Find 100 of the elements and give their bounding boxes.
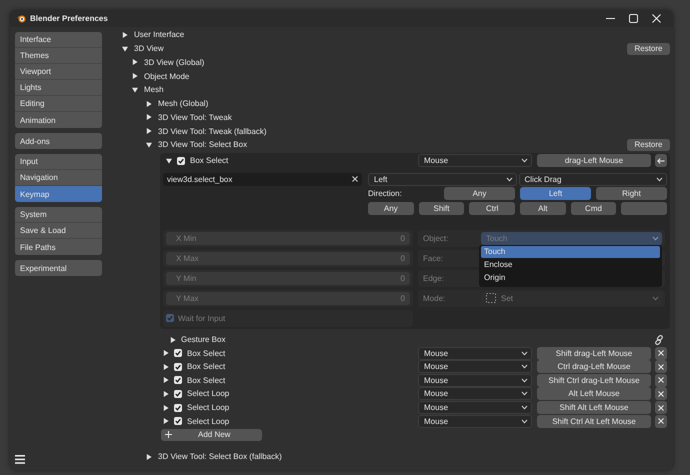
key-binding-button[interactable]: Shift Alt Left Mouse <box>537 401 651 414</box>
sidebar-item[interactable]: Editing <box>15 96 102 112</box>
triangle-right-icon[interactable] <box>146 114 152 120</box>
remove-button[interactable] <box>655 346 667 360</box>
input-type-dropdown[interactable]: Mouse <box>418 154 532 168</box>
maximize-icon[interactable] <box>629 14 638 23</box>
key-binding-button[interactable]: drag-Left Mouse <box>537 154 651 168</box>
sidebar-item[interactable]: File Paths <box>15 239 102 255</box>
triangle-right-icon[interactable] <box>146 128 152 134</box>
checkbox[interactable] <box>174 417 182 426</box>
remove-button[interactable] <box>655 414 667 428</box>
back-button[interactable] <box>655 154 667 168</box>
sidebar-item[interactable]: Experimental <box>15 260 102 276</box>
input-type-dropdown[interactable]: Mouse <box>418 360 532 374</box>
tree-item-label[interactable]: Mesh <box>144 85 670 94</box>
tree-item-label[interactable]: 3D View Tool: Tweak (fallback) <box>158 126 670 136</box>
close-icon[interactable] <box>652 14 661 23</box>
sidebar-item[interactable]: Keymap <box>15 186 102 202</box>
triangle-right-icon[interactable] <box>132 73 138 80</box>
triangle-right-icon[interactable] <box>163 404 169 411</box>
triangle-right-icon[interactable] <box>146 454 152 460</box>
dotted-square-icon <box>486 293 496 304</box>
sidebar-item[interactable]: Input <box>15 154 102 170</box>
triangle-down-icon[interactable] <box>132 86 138 93</box>
plus-icon <box>165 431 172 438</box>
input-type-dropdown[interactable]: Mouse <box>418 387 532 400</box>
tree-item-label[interactable]: Object Mode <box>144 72 670 81</box>
sidebar-item[interactable]: Animation <box>15 112 102 128</box>
menu-icon[interactable] <box>15 455 25 464</box>
input-type-dropdown[interactable]: Mouse <box>418 414 532 428</box>
sidebar-item[interactable]: Add-ons <box>15 133 102 149</box>
sidebar-item[interactable]: Lights <box>15 80 102 96</box>
clear-icon[interactable] <box>352 176 358 182</box>
remove-button[interactable] <box>655 374 667 387</box>
link-icon[interactable] <box>654 334 664 345</box>
modifier-toggle[interactable]: Ctrl <box>469 202 515 215</box>
sidebar-item[interactable]: System <box>15 207 102 223</box>
input-type-dropdown[interactable]: Mouse <box>418 374 532 387</box>
tree-item-label[interactable]: User Interface <box>134 30 670 40</box>
remove-button[interactable] <box>655 401 667 414</box>
restore-button[interactable]: Restore <box>627 42 670 55</box>
restore-button[interactable]: Restore <box>627 138 670 151</box>
tree-item-label[interactable]: 3D View <box>134 44 621 54</box>
triangle-right-icon[interactable] <box>146 100 152 107</box>
sidebar-item[interactable]: Navigation <box>15 170 102 186</box>
close-icon <box>658 418 664 424</box>
window-title: Blender Preferences <box>30 14 109 23</box>
property-label: Edge: <box>422 274 445 283</box>
direction-toggle[interactable]: Any <box>444 187 515 200</box>
chevron-icon <box>521 350 528 356</box>
sidebar-item[interactable]: Viewport <box>15 64 102 80</box>
sidebar-item[interactable]: Themes <box>15 48 102 64</box>
sidebar-item[interactable]: Save & Load <box>15 223 102 239</box>
direction-toggle[interactable]: Left <box>520 187 591 200</box>
operator-field[interactable]: view3d.select_box <box>163 172 362 186</box>
checkbox[interactable] <box>174 349 182 358</box>
triangle-down-icon[interactable] <box>122 46 128 52</box>
tree-item-label[interactable]: 3D View Tool: Tweak <box>158 112 670 122</box>
checkbox[interactable] <box>174 404 182 412</box>
triangle-right-icon[interactable] <box>163 377 169 384</box>
triangle-right-icon[interactable] <box>163 390 169 397</box>
tree-item-label[interactable]: 3D View Tool: Select Box <box>158 140 621 150</box>
triangle-down-icon[interactable] <box>166 158 172 164</box>
key-binding-button[interactable]: Shift drag-Left Mouse <box>537 346 651 360</box>
triangle-right-icon[interactable] <box>163 418 169 424</box>
triangle-right-icon[interactable] <box>163 364 169 370</box>
tree-item-label[interactable]: Mesh (Global) <box>158 99 670 108</box>
event-type-dropdown[interactable]: Left <box>368 172 516 186</box>
input-type-dropdown[interactable]: Mouse <box>418 401 532 414</box>
checkbox-label: Wait for Input <box>178 314 226 323</box>
key-binding-button[interactable]: Alt Left Mouse <box>537 387 651 400</box>
logo-icon <box>16 14 26 23</box>
chevron-icon <box>521 378 528 383</box>
add-new-button[interactable]: Add New <box>161 428 262 441</box>
chevron-icon <box>521 418 528 424</box>
property-label: Object: <box>422 234 450 243</box>
triangle-right-icon[interactable] <box>170 336 176 343</box>
triangle-down-icon[interactable] <box>146 142 152 148</box>
triangle-right-icon[interactable] <box>122 32 128 38</box>
key-modifier-field[interactable] <box>621 202 667 215</box>
modifier-toggle[interactable]: Any <box>368 202 414 215</box>
remove-button[interactable] <box>655 387 667 400</box>
direction-toggle[interactable]: Right <box>596 187 667 200</box>
modal-keymap-label[interactable]: Gesture Box <box>181 335 649 344</box>
key-binding-button[interactable]: Shift Ctrl drag-Left Mouse <box>537 374 651 387</box>
input-type-dropdown[interactable]: Mouse <box>418 346 532 360</box>
key-binding-button[interactable]: Shift Ctrl Alt Left Mouse <box>537 414 651 428</box>
modifier-toggle[interactable]: Cmd <box>570 202 616 215</box>
key-binding-button[interactable]: Ctrl drag-Left Mouse <box>537 360 651 374</box>
tree-item-label[interactable]: 3D View (Global) <box>144 58 670 67</box>
modifier-toggle[interactable]: Shift <box>418 202 464 215</box>
keymap-item-name: Box Select <box>190 156 228 166</box>
sidebar-item[interactable]: Interface <box>15 32 102 48</box>
event-value-dropdown[interactable]: Click Drag <box>518 172 667 186</box>
modifier-toggle[interactable]: Alt <box>520 202 566 215</box>
tree-item-label[interactable]: 3D View Tool: Select Box (fallback) <box>158 452 670 462</box>
remove-button[interactable] <box>655 360 667 374</box>
triangle-right-icon[interactable] <box>163 350 169 356</box>
triangle-right-icon[interactable] <box>132 59 138 66</box>
chevron-icon <box>506 176 512 182</box>
